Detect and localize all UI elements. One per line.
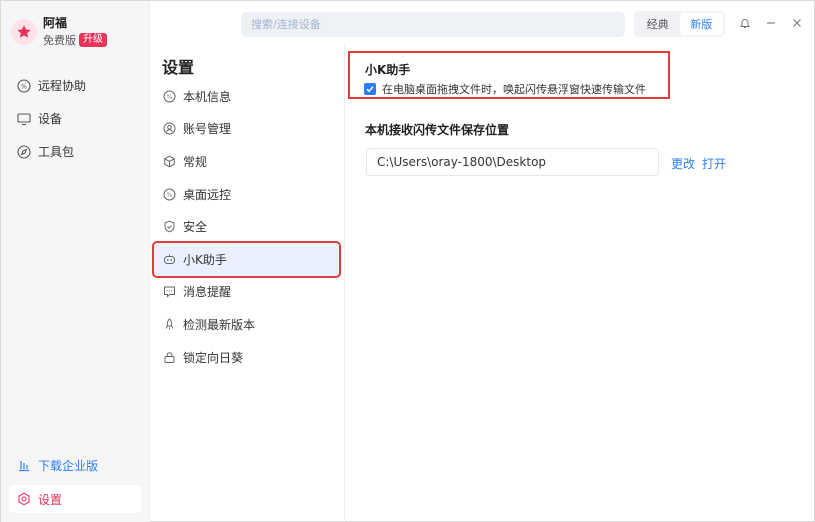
upgrade-badge[interactable]: 升级 — [79, 33, 107, 47]
mode-switch: 经典 新版 — [634, 11, 725, 37]
monitor-icon — [17, 112, 31, 126]
settings-item-check-update[interactable]: 检测最新版本 — [154, 308, 339, 341]
download-label: 下载企业版 — [38, 458, 99, 473]
close-icon[interactable] — [789, 15, 805, 31]
settings-item-security[interactable]: 安全 — [154, 210, 339, 243]
download-enterprise-link[interactable]: 下载企业版 — [9, 451, 141, 479]
settings-item-device-info[interactable]: % 本机信息 — [154, 80, 339, 113]
user-profile[interactable]: 阿福 免费版 升级 — [11, 15, 107, 48]
settings-item-label: 账号管理 — [183, 122, 232, 137]
star-avatar-icon — [17, 25, 31, 38]
plan-label: 免费版 — [43, 34, 76, 47]
message-icon — [163, 285, 176, 298]
settings-label: 设置 — [38, 492, 63, 507]
svg-text:%: % — [21, 83, 27, 90]
k-assistant-title: 小K助手 — [365, 63, 411, 77]
nav-item-remote-assist[interactable]: % 远程协助 — [1, 69, 150, 102]
lock-icon — [163, 351, 176, 364]
sidebar-item-settings[interactable]: 设置 — [9, 485, 141, 513]
settings-menu: 设置 % 本机信息 账号管理 常规 % 桌面远控 安全 小K助手 消息提醒 检测… — [150, 45, 342, 522]
robot-icon — [163, 253, 176, 266]
mode-classic-button[interactable]: 经典 — [636, 13, 680, 35]
nav-label: 远程协助 — [38, 79, 87, 93]
settings-content: 小K助手 在电脑桌面拖拽文件时，唤起闪传悬浮窗快速传输文件 本机接收闪传文件保存… — [345, 45, 815, 522]
settings-item-notifications[interactable]: 消息提醒 — [154, 276, 339, 309]
settings-gear-icon — [17, 492, 31, 506]
settings-menu-list: % 本机信息 账号管理 常规 % 桌面远控 安全 小K助手 消息提醒 检测最新版… — [152, 80, 341, 374]
settings-item-account[interactable]: 账号管理 — [154, 113, 339, 146]
app-window: 阿福 免费版 升级 % 远程协助 设备 工具包 下载企业版 设置 搜索/连接设备… — [0, 0, 815, 522]
rocket-icon — [163, 318, 176, 331]
settings-title: 设置 — [162, 58, 195, 77]
search-input[interactable] — [241, 12, 625, 37]
nav-label: 设备 — [38, 112, 63, 126]
minimize-icon[interactable] — [763, 15, 779, 31]
remote-assist-icon: % — [17, 78, 31, 93]
settings-item-lock[interactable]: 锁定向日葵 — [154, 341, 339, 374]
sidebar: 阿福 免费版 升级 % 远程协助 设备 工具包 下载企业版 设置 — [1, 1, 150, 522]
avatar[interactable] — [11, 19, 37, 45]
compass-icon — [17, 144, 31, 159]
settings-item-label: 小K助手 — [183, 252, 227, 267]
main-nav: % 远程协助 设备 工具包 — [1, 69, 150, 168]
drag-transfer-label: 在电脑桌面拖拽文件时，唤起闪传悬浮窗快速传输文件 — [382, 83, 646, 96]
svg-text:%: % — [167, 94, 172, 100]
download-icon — [17, 458, 31, 472]
save-location-title: 本机接收闪传文件保存位置 — [365, 123, 510, 137]
mode-new-button[interactable]: 新版 — [679, 13, 723, 35]
drag-transfer-checkbox[interactable] — [364, 83, 376, 95]
settings-item-label: 桌面远控 — [183, 187, 232, 202]
settings-item-label: 安全 — [183, 220, 208, 235]
shield-icon — [163, 220, 176, 233]
device-info-icon: % — [163, 90, 176, 103]
sidebar-bottom: 下载企业版 设置 — [9, 451, 141, 513]
open-folder-link[interactable]: 打开 — [702, 155, 726, 172]
user-name: 阿福 — [43, 16, 68, 30]
cube-icon — [163, 155, 176, 168]
account-icon — [163, 122, 176, 135]
settings-item-label: 消息提醒 — [183, 285, 232, 300]
k-assistant-option[interactable]: 在电脑桌面拖拽文件时，唤起闪传悬浮窗快速传输文件 — [364, 81, 646, 97]
nav-label: 工具包 — [38, 145, 75, 159]
settings-item-general[interactable]: 常规 — [154, 145, 339, 178]
save-path-field[interactable] — [366, 148, 659, 176]
change-path-link[interactable]: 更改 — [671, 155, 695, 172]
settings-item-label: 常规 — [183, 154, 208, 169]
settings-item-label: 检测最新版本 — [183, 317, 256, 332]
k-assistant-section: 小K助手 在电脑桌面拖拽文件时，唤起闪传悬浮窗快速传输文件 — [348, 51, 670, 99]
settings-item-remote-desktop[interactable]: % 桌面远控 — [154, 178, 339, 211]
nav-item-toolkit[interactable]: 工具包 — [1, 135, 150, 168]
checkmark-icon — [366, 86, 374, 93]
svg-text:%: % — [167, 192, 172, 198]
settings-item-k-assistant[interactable]: 小K助手 — [152, 240, 341, 278]
settings-item-label: 锁定向日葵 — [183, 350, 244, 365]
nav-item-devices[interactable]: 设备 — [1, 102, 150, 135]
notification-bell-icon[interactable] — [737, 15, 753, 31]
remote-desktop-icon: % — [163, 188, 176, 201]
settings-item-label: 本机信息 — [183, 89, 232, 104]
